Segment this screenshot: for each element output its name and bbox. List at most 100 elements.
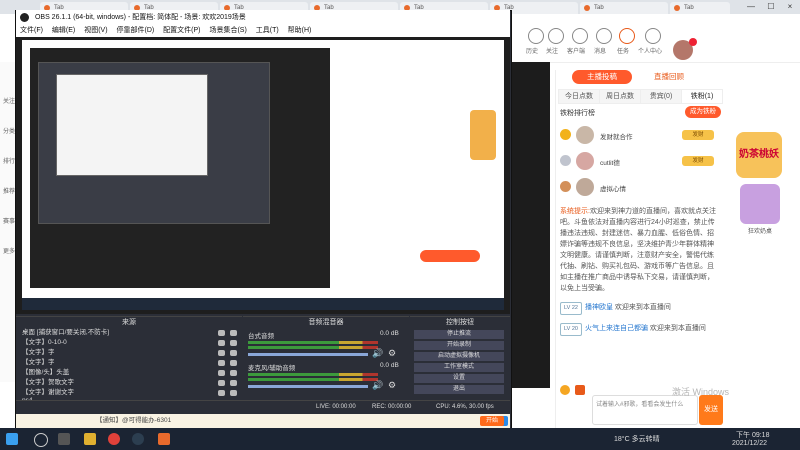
follow-icon[interactable] <box>548 28 564 44</box>
sidebar-item[interactable]: 关注 <box>3 96 15 105</box>
avatar <box>576 152 594 170</box>
rank-row[interactable]: 虚拟心情 <box>560 176 720 198</box>
lock-icon[interactable] <box>230 360 237 366</box>
user-center-icon[interactable] <box>645 28 661 44</box>
obs-title: OBS 26.1.1 (64-bit, windows) - 配置档: 简体配 … <box>34 14 246 21</box>
browser-tab[interactable]: Tab <box>580 2 668 14</box>
speaker-icon[interactable]: 🔊 <box>372 348 383 358</box>
start-button[interactable]: 开始 <box>480 416 504 426</box>
sidebar-item[interactable]: 赛事 <box>3 216 15 225</box>
start-recording-button[interactable]: 开始录制 <box>414 341 504 350</box>
source-item[interactable]: 【文字】贺歌文字 <box>22 378 242 388</box>
windows-start-icon[interactable] <box>6 433 18 445</box>
sidebar-item[interactable]: 分类 <box>3 126 15 135</box>
source-item[interactable]: 桌面 [捕获窗口/要关闭,不防卡] <box>22 328 242 338</box>
studio-mode-button[interactable]: 工作室模式 <box>414 363 504 372</box>
stop-streaming-button[interactable]: 停止推流 <box>414 330 504 339</box>
maximize-button[interactable]: ☐ <box>762 0 780 14</box>
menu-scene-collection[interactable]: 场景集合(S) <box>209 25 246 37</box>
tab-today-points[interactable]: 今日点数 <box>558 89 600 104</box>
obs-icon[interactable] <box>132 433 144 445</box>
client-icon[interactable] <box>572 28 588 44</box>
mixer-channel-db: 0.0 dB <box>380 330 399 337</box>
tab-vip[interactable]: 贵宾(0) <box>640 89 682 104</box>
tab-anchor-posts[interactable]: 主播投稿 <box>572 70 632 84</box>
message-icon[interactable] <box>596 28 612 44</box>
sidebar-item[interactable]: 更多 <box>3 246 15 255</box>
video-player[interactable] <box>510 62 550 388</box>
level-badge: LV 20 <box>560 323 582 336</box>
app-icon[interactable] <box>158 433 170 445</box>
file-explorer-icon[interactable] <box>84 433 96 445</box>
minimize-button[interactable]: — <box>742 0 760 14</box>
menu-profile[interactable]: 配置文件(P) <box>163 25 200 37</box>
rank-name: cutlit德 <box>600 160 620 167</box>
live-timer: LIVE: 00:00:00 <box>316 404 356 410</box>
gear-icon[interactable]: ⚙ <box>388 380 398 390</box>
audio-meter <box>248 373 378 376</box>
menu-tools[interactable]: 工具(T) <box>256 25 279 37</box>
tab-week-points[interactable]: 周日点数 <box>599 89 641 104</box>
history-icon[interactable] <box>528 28 544 44</box>
lock-icon[interactable] <box>230 380 237 386</box>
source-item[interactable]: 【文字】字 <box>22 358 242 368</box>
chat-input[interactable]: 试着输入#邪歌，看看会发生什么 <box>592 395 698 425</box>
join-fans-button[interactable]: 成为铁粉 <box>685 106 721 118</box>
virtual-camera-button[interactable]: 启动虚拟摄像机 <box>414 352 504 361</box>
eye-icon[interactable] <box>218 370 225 376</box>
eye-icon[interactable] <box>218 380 225 386</box>
source-item[interactable]: 【文字】字 <box>22 348 242 358</box>
eye-icon[interactable] <box>218 340 225 346</box>
task-icon[interactable] <box>619 28 635 44</box>
source-name: 【文字】0-10-0 <box>22 339 67 346</box>
volume-slider[interactable] <box>248 353 368 356</box>
eye-icon[interactable] <box>218 350 225 356</box>
tab-fans[interactable]: 铁粉(1) <box>681 89 723 104</box>
search-icon[interactable] <box>34 433 48 447</box>
chrome-icon[interactable] <box>108 433 120 445</box>
lock-icon[interactable] <box>230 350 237 356</box>
lock-icon[interactable] <box>230 370 237 376</box>
rec-timer: REC: 00:00:00 <box>372 404 412 410</box>
audio-meter <box>248 378 378 381</box>
menu-edit[interactable]: 编辑(E) <box>52 25 75 37</box>
emoji-icon[interactable] <box>575 385 585 395</box>
speaker-icon[interactable]: 🔊 <box>372 380 383 390</box>
sidebar-item[interactable]: 排行 <box>3 156 15 165</box>
sidebar-item[interactable]: 推荐 <box>3 186 15 195</box>
menu-view[interactable]: 视图(V) <box>84 25 107 37</box>
source-item[interactable]: 【文字】0-10-0 <box>22 338 242 348</box>
notification-bar: 【通知】@可得能办-6301 关闭 <box>16 414 510 428</box>
promo-image <box>740 184 780 224</box>
send-button[interactable]: 发送 <box>699 395 723 425</box>
eye-icon[interactable] <box>218 360 225 366</box>
lock-icon[interactable] <box>230 330 237 336</box>
exit-button[interactable]: 退出 <box>414 385 504 394</box>
eye-icon[interactable] <box>218 330 225 336</box>
promo-banner[interactable]: 奶茶桃妖 狂欢奶桌 <box>726 70 792 250</box>
chat-line: LV 22 播神欧皇 欢迎来到本直播间 <box>560 302 720 315</box>
task-view-icon[interactable] <box>58 433 70 445</box>
volume-slider[interactable] <box>248 385 368 388</box>
mixer-channel-name: 台式音频 <box>248 333 274 340</box>
tab-live-review[interactable]: 直播回顾 <box>654 70 714 84</box>
source-item[interactable]: 【图像/头】头盖 <box>22 368 242 378</box>
windows-taskbar: 18°C 多云转晴 下午 09:18 2021/12/22 <box>0 428 800 450</box>
chat-nick[interactable]: 火气上来连自己都骗 <box>585 325 648 332</box>
chat-nick[interactable]: 播神欧皇 <box>585 304 613 311</box>
system-prefix: 系统提示: <box>560 208 590 215</box>
level-badge: LV 22 <box>560 302 582 315</box>
menu-docks[interactable]: 停靠部件(D) <box>117 25 155 37</box>
tab-favicon-icon <box>674 5 680 11</box>
gift-icon[interactable] <box>560 385 570 395</box>
lock-icon[interactable] <box>230 340 237 346</box>
obs-logo-icon <box>20 13 29 22</box>
close-button[interactable]: × <box>781 0 799 14</box>
gear-icon[interactable]: ⚙ <box>388 348 398 358</box>
menu-help[interactable]: 帮助(H) <box>288 25 312 37</box>
rank-row[interactable]: cutlit德 发财 <box>560 150 720 172</box>
browser-tab[interactable]: Tab <box>670 2 730 14</box>
rank-row[interactable]: 发财就合作 发财 <box>560 124 720 146</box>
settings-button[interactable]: 设置 <box>414 374 504 383</box>
menu-file[interactable]: 文件(F) <box>20 25 43 37</box>
